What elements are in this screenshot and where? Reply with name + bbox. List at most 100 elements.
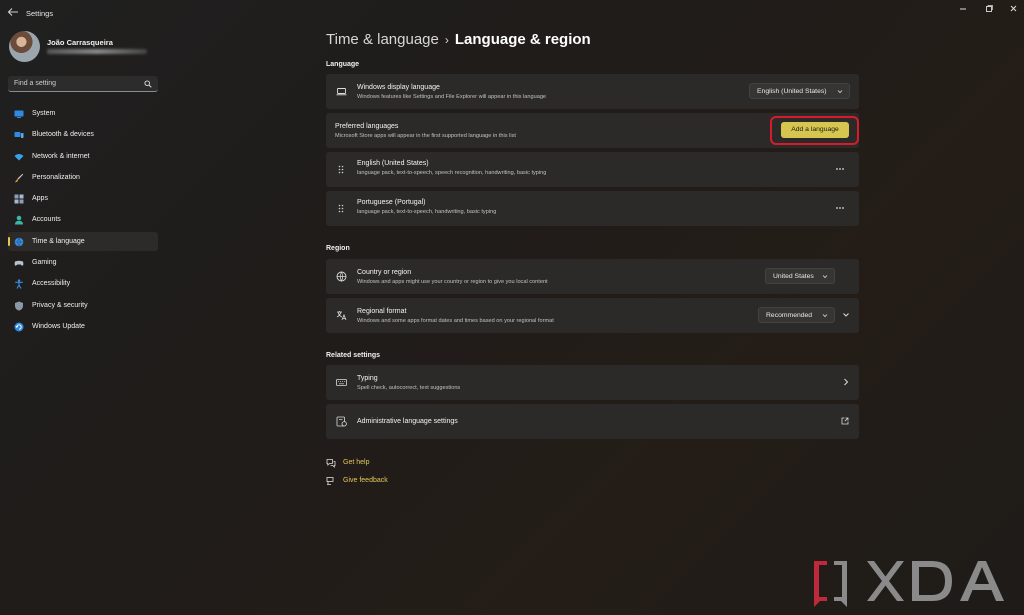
external-link-icon [841,417,849,425]
sidebar-item-system[interactable]: System [8,104,158,123]
person-icon [15,216,23,225]
help-icon [326,459,336,468]
card-description: Microsoft Store apps will appear in the … [335,133,516,139]
sidebar-item-accessibility[interactable]: Accessibility [8,274,158,293]
laptop-icon [336,88,347,96]
admin-settings-icon [336,416,347,427]
sidebar-item-apps[interactable]: Apps [8,189,158,208]
section-title-related: Related settings [326,352,381,359]
wifi-icon [14,153,24,161]
maximize-icon[interactable] [983,4,995,14]
keyboard-icon [336,379,347,386]
display-language-dropdown[interactable]: English (United States) [749,83,850,99]
sidebar-item-accounts[interactable]: Accounts [8,210,158,229]
sidebar-item-label: Privacy & security [32,301,88,309]
sidebar-item-label: Accessibility [32,280,71,288]
get-help-label: Get help [343,459,370,466]
sidebar-item-bluetooth-devices[interactable]: Bluetooth & devices [8,125,158,144]
update-icon [14,322,24,332]
breadcrumb-parent[interactable]: Time & language [326,31,439,48]
card-description: Windows and some apps format dates and t… [357,318,554,324]
card-description: Windows and apps might use your country … [357,279,548,285]
card-title: Country or region [357,269,412,276]
expand-chevron-icon[interactable] [842,311,850,319]
sidebar-item-label: Gaming [32,259,57,267]
sidebar-item-label: Windows Update [32,322,85,330]
language-features: language pack, text-to-speech, speech re… [357,170,547,176]
regional-format-dropdown[interactable]: Recommended [758,307,835,323]
card-title: Typing [357,375,378,382]
card-description: Windows features like Settings and File … [357,94,547,100]
sidebar-item-network[interactable]: Network & internet [8,147,158,166]
sidebar-item-label: Time & language [32,237,85,245]
monitor-icon [14,110,24,118]
section-title-region: Region [326,245,350,252]
minimize-icon[interactable] [957,4,969,14]
search-placeholder: Find a setting [14,80,57,87]
sidebar-item-label: Apps [32,195,48,203]
regional-format-icon [336,311,347,321]
regional-format-card[interactable]: Regional format Windows and some apps fo… [326,298,859,333]
card-title: Preferred languages [335,123,399,130]
feedback-icon [326,477,334,485]
language-features: language pack, text-to-speech, handwriti… [357,209,497,215]
admin-language-settings-card[interactable]: Administrative language settings [326,404,859,439]
search-icon [144,80,152,88]
chevron-down-icon [822,314,828,318]
breadcrumb-separator: › [444,33,449,47]
typing-card[interactable]: Typing Spell check, autocorrect, text su… [326,365,859,400]
more-options-icon[interactable] [835,167,845,171]
user-email-redacted [47,49,147,54]
country-dropdown[interactable]: United States [765,268,835,284]
language-name: Portuguese (Portugal) [357,199,426,206]
card-title: Administrative language settings [357,418,458,425]
app-title: Settings [26,9,54,18]
windows-display-language-card: Windows display language Windows feature… [326,74,859,109]
globe-icon [336,271,347,282]
apps-icon [14,194,24,204]
page-title: Language & region [454,31,591,48]
sidebar-item-label: Accounts [32,216,61,224]
chevron-right-icon [844,378,849,386]
bluetooth-devices-icon [14,132,24,139]
search-input[interactable]: Find a setting [8,76,158,92]
sidebar-item-label: Network & internet [32,152,90,160]
card-description: Spell check, autocorrect, text suggestio… [357,385,461,391]
title-bar: Settings [0,0,1024,24]
more-options-icon[interactable] [835,206,845,210]
brush-icon [14,173,24,183]
shield-icon [15,301,23,311]
dropdown-value: Recommended [766,312,813,319]
language-row[interactable]: Portuguese (Portugal) language pack, tex… [326,191,859,226]
drag-handle-icon[interactable] [338,204,344,213]
sidebar-item-label: Bluetooth & devices [32,131,94,139]
sidebar-item-windows-update[interactable]: Windows Update [8,317,158,336]
dropdown-value: English (United States) [757,88,827,95]
accessibility-icon [15,279,23,290]
card-title: Regional format [357,308,407,315]
close-icon[interactable] [1008,4,1020,14]
sidebar-item-gaming[interactable]: Gaming [8,253,158,272]
section-title-language: Language [326,61,360,68]
user-name: João Carrasqueira [47,38,113,47]
country-region-card: Country or region Windows and apps might… [326,259,859,294]
drag-handle-icon[interactable] [338,165,344,174]
sidebar-item-personalization[interactable]: Personalization [8,168,158,187]
globe-clock-icon [14,237,24,247]
sidebar-item-label: System [32,110,56,117]
give-feedback-label: Give feedback [343,477,388,484]
chevron-down-icon [822,275,828,279]
breadcrumb: Time & language › Language & region [326,31,591,48]
sidebar-item-privacy-security[interactable]: Privacy & security [8,296,158,315]
dropdown-value: United States [773,273,814,280]
highlight-annotation [770,116,859,145]
xda-watermark-logo [814,561,1004,607]
avatar[interactable] [9,31,40,62]
back-arrow-icon[interactable] [6,6,20,18]
gamepad-icon [14,260,24,266]
sidebar-item-time-language[interactable]: Time & language [8,231,158,251]
sidebar-item-label: Personalization [32,173,80,181]
language-name: English (United States) [357,160,429,167]
language-row[interactable]: English (United States) language pack, t… [326,152,859,187]
chevron-down-icon [837,90,843,94]
